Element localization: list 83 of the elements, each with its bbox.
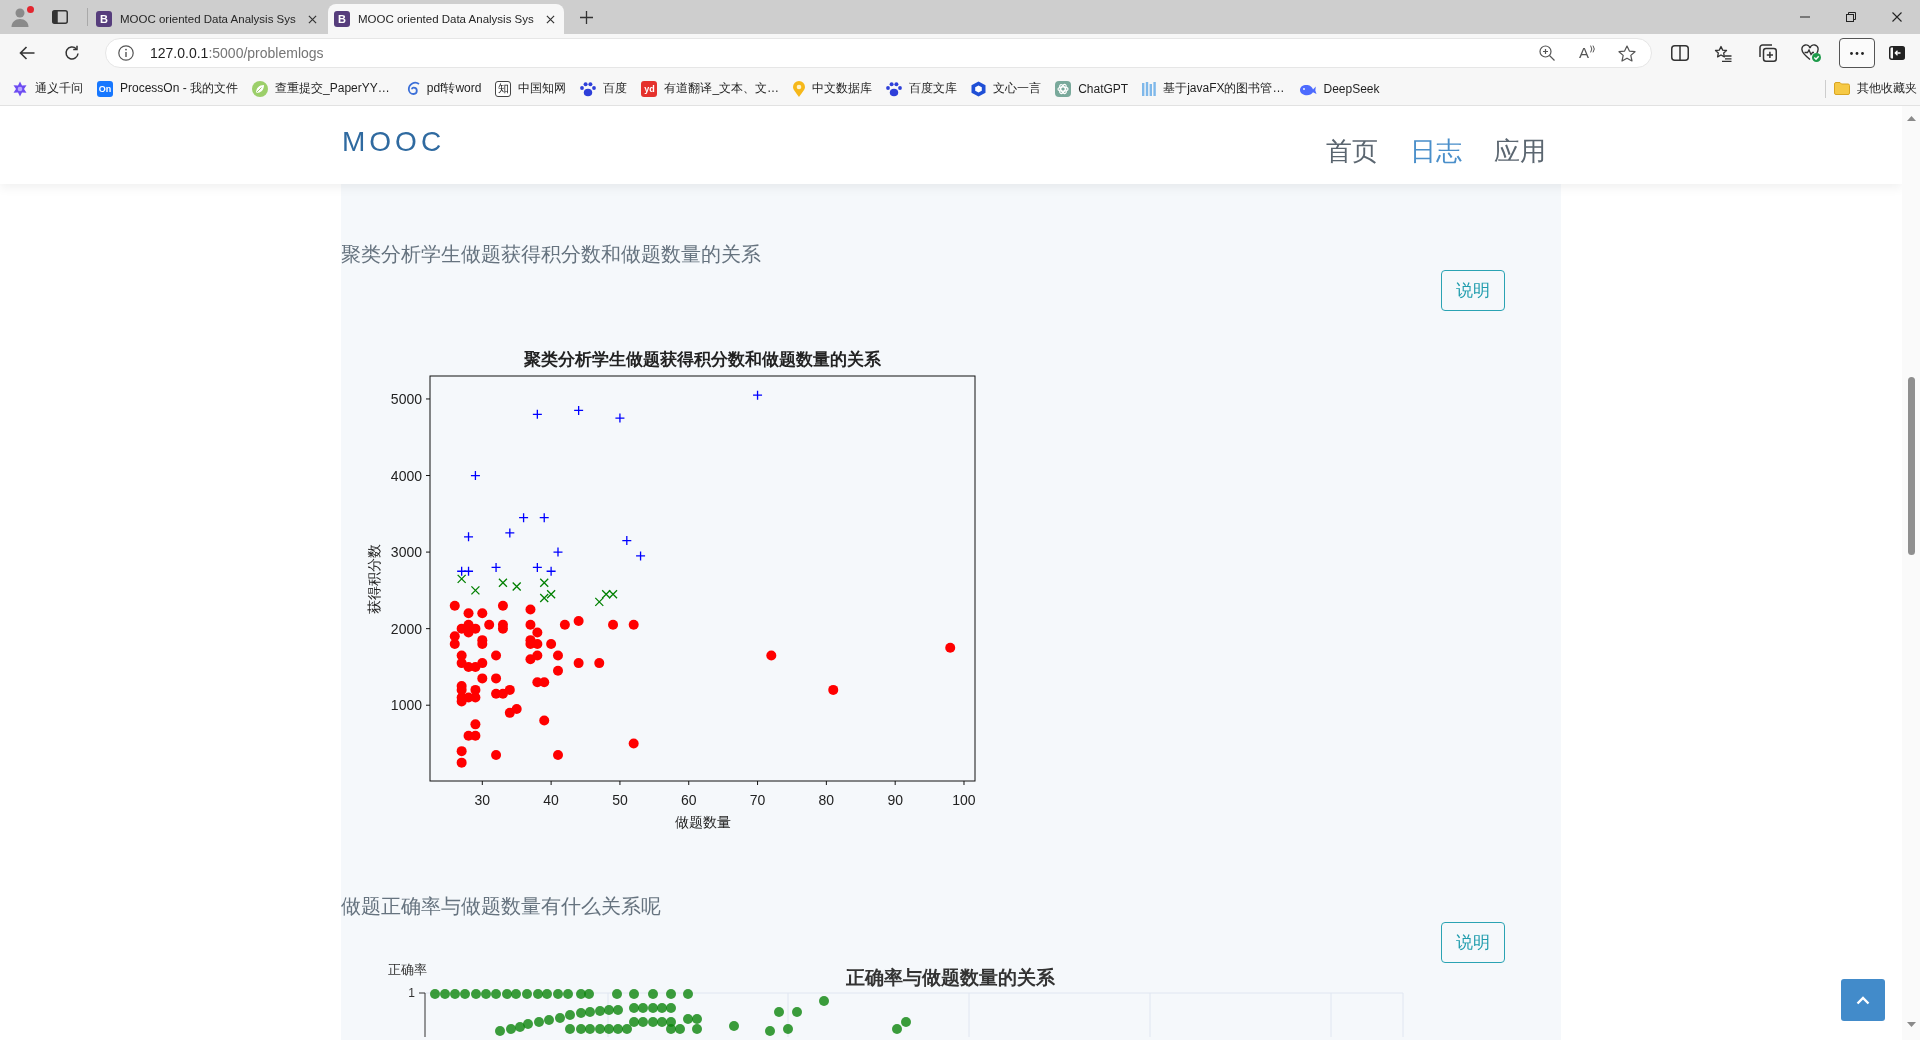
folder-icon	[1834, 82, 1850, 95]
tick-label: 5000	[390, 390, 422, 407]
axis-label: 做题数量	[674, 814, 731, 830]
nav-link[interactable]: 应用	[1494, 133, 1546, 169]
bookmark-link[interactable]: 通义千问	[12, 80, 83, 97]
bookmark-link[interactable]: 百度文库	[886, 80, 958, 97]
bookmark-link[interactable]: pdf转word	[403, 80, 482, 97]
tick-label: 50	[612, 792, 628, 808]
close-icon[interactable]	[308, 14, 317, 24]
window-sidebar-icon[interactable]	[52, 10, 68, 24]
browser-tab[interactable]: B MOOC oriented Data Analysis Sys	[90, 4, 326, 34]
square-plus-icon[interactable]	[1759, 44, 1777, 62]
tick-label: 3000	[390, 544, 422, 561]
close-icon[interactable]	[1892, 12, 1902, 22]
sidebar-icon[interactable]	[1889, 46, 1905, 60]
heart-pulse-icon[interactable]	[1801, 44, 1821, 62]
bars-icon	[1142, 81, 1157, 96]
chart-title: 正确率与做题数量的关系	[845, 967, 1055, 988]
bookmark-link[interactable]: DeepSeek	[1298, 81, 1380, 96]
y-axis	[418, 992, 426, 1037]
tick-label: 90	[887, 792, 903, 808]
bookmark-link[interactable]: 基于javaFX的图书管…	[1142, 80, 1285, 97]
paw-icon	[580, 80, 597, 97]
tick-label: 4000	[390, 467, 422, 484]
tick-label: 80	[818, 792, 835, 808]
more-button[interactable]	[1839, 38, 1875, 68]
bookmark-link[interactable]: On ProcessOn - 我的文件	[97, 80, 239, 97]
tick-label: 1000	[390, 697, 422, 714]
bookmark-link[interactable]: ChatGPT	[1055, 80, 1129, 97]
bookmark-favicon: 知	[495, 80, 512, 97]
site-favicon: B	[96, 11, 112, 27]
url-text: 127.0.0.1:5000/problemlogs	[150, 45, 324, 61]
axis-label: 正确率	[387, 962, 427, 977]
axis-label: 获得积分数	[366, 544, 382, 614]
site-favicon: B	[334, 11, 350, 27]
read-aloud-button[interactable]: A	[1579, 45, 1596, 61]
tick-label: 70	[749, 792, 766, 808]
arrow-left-icon[interactable]	[19, 46, 35, 60]
browser-tab[interactable]: B MOOC oriented Data Analysis Sys	[328, 4, 564, 34]
hexagon-icon	[971, 80, 987, 97]
info-icon[interactable]	[118, 45, 134, 61]
refresh-icon[interactable]	[64, 45, 80, 61]
six-point-star-icon	[12, 80, 28, 97]
bookmark-link[interactable]: 查重提交_PaperYY…	[252, 80, 390, 97]
tick-label: 40	[543, 792, 559, 808]
chevron-up-icon	[1856, 995, 1870, 1005]
bookmark-link[interactable]: yd 有道翻译_文本、文…	[641, 80, 780, 97]
leaf-disc-icon	[252, 80, 269, 97]
split-screen-icon[interactable]	[1671, 45, 1689, 61]
map-pin-icon	[793, 80, 806, 97]
tick-label: 30	[474, 792, 491, 808]
sound-waves-icon	[1590, 45, 1596, 53]
star-list-icon[interactable]	[1714, 44, 1732, 62]
scrollbar[interactable]	[1902, 106, 1920, 1040]
bookmark-link[interactable]: 知 中国知网	[495, 80, 567, 97]
site-logo[interactable]: MOOC	[342, 126, 446, 158]
down-triangle-icon[interactable]	[1906, 1022, 1916, 1027]
bookmark-favicon: On	[97, 80, 113, 97]
zoom-in-icon[interactable]	[1539, 45, 1555, 61]
bookmark-folder-link[interactable]: 其他收藏夹	[1834, 80, 1917, 97]
bookmark-link[interactable]: 中文数据库	[793, 80, 873, 97]
paw-icon	[886, 80, 903, 97]
nav-link[interactable]: 首页	[1326, 133, 1378, 169]
flower-tile-icon	[1055, 80, 1072, 97]
bookmark-link[interactable]: 文心一言	[971, 80, 1042, 97]
close-icon[interactable]	[546, 14, 555, 24]
scrollbar-thumb[interactable]	[1907, 377, 1915, 555]
plus-icon[interactable]	[580, 10, 593, 24]
section-title: 聚类分析学生做题获得积分数和做题数量的关系	[341, 242, 761, 266]
ellipsis-icon	[1850, 51, 1864, 55]
star-icon[interactable]	[1618, 44, 1636, 62]
avatar-icon[interactable]	[10, 6, 34, 28]
chart-title: 聚类分析学生做题获得积分数和做题数量的关系	[524, 350, 881, 369]
up-triangle-icon[interactable]	[1906, 116, 1916, 121]
bookmark-link[interactable]: 百度	[580, 80, 628, 97]
tick-label: 2000	[390, 620, 422, 637]
restore-icon[interactable]	[1846, 12, 1856, 22]
tick-label: 1	[408, 986, 415, 1000]
bookmark-favicon: yd	[641, 80, 658, 97]
section-title: 做题正确率与做题数量有什么关系呢	[341, 894, 661, 918]
tick-label: 100	[952, 792, 976, 808]
tick-label: 60	[680, 792, 697, 808]
address-field[interactable]: 127.0.0.1:5000/problemlogs A	[105, 38, 1652, 68]
